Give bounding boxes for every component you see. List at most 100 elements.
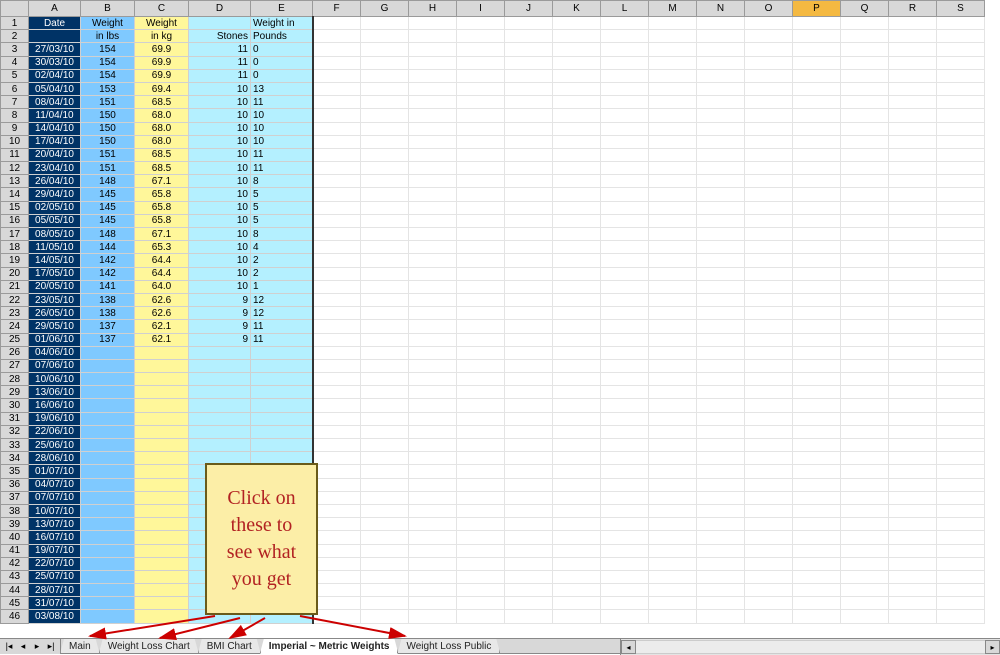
cell-S41[interactable] bbox=[937, 544, 985, 557]
cell-S5[interactable] bbox=[937, 69, 985, 82]
cell-B31[interactable] bbox=[81, 412, 135, 425]
cell-I26[interactable] bbox=[457, 346, 505, 359]
cell-B17[interactable]: 148 bbox=[81, 228, 135, 241]
cell-C36[interactable] bbox=[135, 478, 189, 491]
cell-O2[interactable] bbox=[745, 30, 793, 43]
cell-K1[interactable] bbox=[553, 17, 601, 30]
row-header-32[interactable]: 32 bbox=[1, 425, 29, 438]
cell-M36[interactable] bbox=[649, 478, 697, 491]
cell-N19[interactable] bbox=[697, 254, 745, 267]
cell-S2[interactable] bbox=[937, 30, 985, 43]
cell-O7[interactable] bbox=[745, 96, 793, 109]
cell-C17[interactable]: 67.1 bbox=[135, 228, 189, 241]
cell-H33[interactable] bbox=[409, 439, 457, 452]
cell-I37[interactable] bbox=[457, 491, 505, 504]
cell-B40[interactable] bbox=[81, 531, 135, 544]
cell-B23[interactable]: 138 bbox=[81, 307, 135, 320]
cell-K17[interactable] bbox=[553, 228, 601, 241]
cell-N37[interactable] bbox=[697, 491, 745, 504]
cell-L43[interactable] bbox=[601, 570, 649, 583]
cell-S30[interactable] bbox=[937, 399, 985, 412]
cell-H2[interactable] bbox=[409, 30, 457, 43]
column-header-B[interactable]: B bbox=[81, 1, 135, 17]
cell-A21[interactable]: 20/05/10 bbox=[29, 280, 81, 293]
cell-M37[interactable] bbox=[649, 491, 697, 504]
cell-C34[interactable] bbox=[135, 452, 189, 465]
cell-E21[interactable]: 1 bbox=[251, 280, 313, 293]
cell-G12[interactable] bbox=[361, 162, 409, 175]
cell-J46[interactable] bbox=[505, 610, 553, 623]
row-header-45[interactable]: 45 bbox=[1, 597, 29, 610]
cell-L35[interactable] bbox=[601, 465, 649, 478]
cell-D5[interactable]: 11 bbox=[189, 69, 251, 82]
cell-H30[interactable] bbox=[409, 399, 457, 412]
cell-Q3[interactable] bbox=[841, 43, 889, 56]
cell-J35[interactable] bbox=[505, 465, 553, 478]
cell-J23[interactable] bbox=[505, 307, 553, 320]
cell-B45[interactable] bbox=[81, 597, 135, 610]
cell-I17[interactable] bbox=[457, 228, 505, 241]
cell-D33[interactable] bbox=[189, 439, 251, 452]
cell-Q44[interactable] bbox=[841, 584, 889, 597]
cell-F10[interactable] bbox=[313, 135, 361, 148]
cell-Q24[interactable] bbox=[841, 320, 889, 333]
cell-B44[interactable] bbox=[81, 584, 135, 597]
cell-O12[interactable] bbox=[745, 162, 793, 175]
cell-J14[interactable] bbox=[505, 188, 553, 201]
cell-B14[interactable]: 145 bbox=[81, 188, 135, 201]
cell-G10[interactable] bbox=[361, 135, 409, 148]
row-header-46[interactable]: 46 bbox=[1, 610, 29, 623]
cell-S3[interactable] bbox=[937, 43, 985, 56]
cell-H43[interactable] bbox=[409, 570, 457, 583]
cell-B42[interactable] bbox=[81, 557, 135, 570]
cell-D13[interactable]: 10 bbox=[189, 175, 251, 188]
cell-P4[interactable] bbox=[793, 56, 841, 69]
cell-R26[interactable] bbox=[889, 346, 937, 359]
cell-C21[interactable]: 64.0 bbox=[135, 280, 189, 293]
cell-C38[interactable] bbox=[135, 504, 189, 517]
cell-P28[interactable] bbox=[793, 373, 841, 386]
cell-B30[interactable] bbox=[81, 399, 135, 412]
cell-M42[interactable] bbox=[649, 557, 697, 570]
cell-R42[interactable] bbox=[889, 557, 937, 570]
cell-Q45[interactable] bbox=[841, 597, 889, 610]
cell-M23[interactable] bbox=[649, 307, 697, 320]
cell-B6[interactable]: 153 bbox=[81, 82, 135, 95]
cell-K39[interactable] bbox=[553, 518, 601, 531]
cell-P10[interactable] bbox=[793, 135, 841, 148]
cell-K11[interactable] bbox=[553, 148, 601, 161]
row-header-42[interactable]: 42 bbox=[1, 557, 29, 570]
cell-S15[interactable] bbox=[937, 201, 985, 214]
cell-G19[interactable] bbox=[361, 254, 409, 267]
column-header-S[interactable]: S bbox=[937, 1, 985, 17]
column-header-P[interactable]: P bbox=[793, 1, 841, 17]
cell-H28[interactable] bbox=[409, 373, 457, 386]
row-header-29[interactable]: 29 bbox=[1, 386, 29, 399]
cell-F7[interactable] bbox=[313, 96, 361, 109]
cell-A38[interactable]: 10/07/10 bbox=[29, 504, 81, 517]
cell-L4[interactable] bbox=[601, 56, 649, 69]
cell-F15[interactable] bbox=[313, 201, 361, 214]
cell-J40[interactable] bbox=[505, 531, 553, 544]
cell-B24[interactable]: 137 bbox=[81, 320, 135, 333]
cell-R34[interactable] bbox=[889, 452, 937, 465]
cell-F44[interactable] bbox=[313, 584, 361, 597]
cell-B16[interactable]: 145 bbox=[81, 214, 135, 227]
cell-C25[interactable]: 62.1 bbox=[135, 333, 189, 346]
cell-S33[interactable] bbox=[937, 439, 985, 452]
cell-K28[interactable] bbox=[553, 373, 601, 386]
cell-N4[interactable] bbox=[697, 56, 745, 69]
cell-A29[interactable]: 13/06/10 bbox=[29, 386, 81, 399]
cell-E12[interactable]: 11 bbox=[251, 162, 313, 175]
cell-N2[interactable] bbox=[697, 30, 745, 43]
cell-R39[interactable] bbox=[889, 518, 937, 531]
cell-F38[interactable] bbox=[313, 504, 361, 517]
cell-D17[interactable]: 10 bbox=[189, 228, 251, 241]
cell-S1[interactable] bbox=[937, 17, 985, 30]
cell-A14[interactable]: 29/04/10 bbox=[29, 188, 81, 201]
cell-P6[interactable] bbox=[793, 82, 841, 95]
cell-S38[interactable] bbox=[937, 504, 985, 517]
cell-I6[interactable] bbox=[457, 82, 505, 95]
cell-M10[interactable] bbox=[649, 135, 697, 148]
cell-L31[interactable] bbox=[601, 412, 649, 425]
